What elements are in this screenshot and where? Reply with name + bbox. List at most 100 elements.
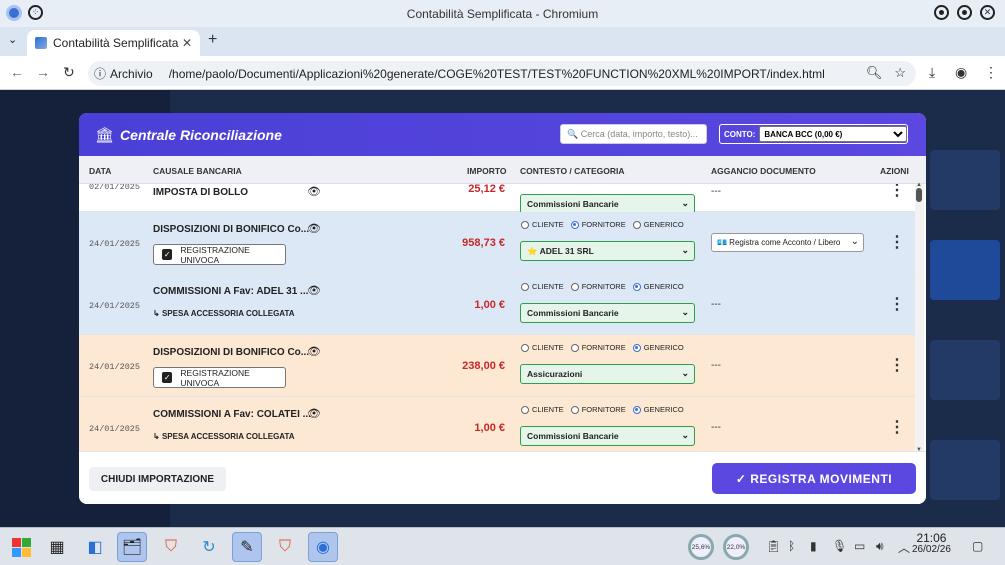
close-import-button[interactable]: CHIUDI IMPORTAZIONE (89, 467, 226, 491)
category-value: Commissioni Bancarie (527, 199, 619, 209)
editor-icon[interactable]: ✎ (232, 532, 262, 562)
radio-cliente[interactable]: CLIENTE (521, 282, 564, 291)
close-window-icon[interactable]: ✕ (980, 5, 995, 20)
tray-expand-icon[interactable]: ︿ (898, 539, 910, 556)
category-select[interactable]: Assicurazioni ⌄ (520, 364, 695, 384)
chromium-logo-icon[interactable] (6, 5, 22, 21)
radio-cliente-control[interactable] (521, 405, 529, 414)
radio-fornitore[interactable]: FORNITORE (570, 282, 626, 291)
radio-generico-control[interactable] (632, 282, 641, 291)
bookmark-star-icon[interactable]: ☆ (894, 65, 906, 81)
radio-fornitore-control[interactable] (570, 220, 579, 229)
cpu-gauge[interactable]: 25,6% (688, 534, 714, 560)
radio-fornitore-control[interactable] (570, 405, 579, 414)
tab-search-icon[interactable]: ⌄ (8, 33, 17, 46)
clipboard-icon[interactable]: 📋︎ (766, 539, 781, 553)
radio-cliente-control[interactable] (521, 343, 529, 352)
radio-fornitore[interactable]: FORNITORE (570, 343, 626, 352)
tab-close-icon[interactable]: ✕ (182, 36, 192, 50)
category-select[interactable]: Commissioni Bancarie ⌄ (520, 426, 695, 446)
conto-label: CONTO: (724, 129, 756, 139)
radio-fornitore[interactable]: FORNITORE (570, 220, 626, 229)
tab-contabilita[interactable]: Contabilità Semplificata ✕ (27, 30, 200, 56)
url-bar[interactable]: ⓘ Archivio /home/paolo/Documenti/Applicaz… (88, 61, 916, 86)
brave-icon-2[interactable]: ⛉ (270, 532, 300, 562)
window-menu-icon[interactable]: ⁘ (28, 5, 43, 20)
radio-fornitore-control[interactable] (570, 282, 579, 291)
category-select[interactable]: ⭐ ADEL 31 SRL ⌄ (520, 241, 695, 261)
radio-cliente-control[interactable] (521, 220, 529, 229)
browser-menu-icon[interactable]: ⋮ (984, 64, 998, 81)
preview-eye-icon[interactable]: 👁 (307, 284, 321, 297)
radio-generico[interactable]: GENERICO (632, 405, 684, 414)
microphone-icon[interactable]: 🎙︎ (832, 539, 847, 553)
preview-eye-icon[interactable]: 👁 (307, 222, 321, 235)
maximize-icon[interactable] (957, 5, 972, 20)
radio-generico-control[interactable] (632, 220, 641, 229)
chromium-taskbar-icon[interactable]: ◉ (308, 532, 338, 562)
file-manager-icon[interactable]: 🗂 (117, 532, 147, 562)
unique-registration-label: REGISTRAZIONE UNIVOCA (180, 367, 250, 388)
minimize-icon[interactable] (934, 5, 949, 20)
row-actions-icon[interactable]: ⋮ (889, 235, 905, 251)
back-icon[interactable]: ← (10, 64, 24, 80)
radio-cliente-control[interactable] (521, 282, 529, 291)
table-body: 02/01/2025 IMPOSTA DI BOLLO 👁 25,12 € Commis… (79, 184, 915, 451)
radio-generico[interactable]: GENERICO (632, 282, 684, 291)
preview-eye-icon[interactable]: 👁 (307, 407, 321, 420)
category-select[interactable]: Commissioni Bancarie ⌄ (520, 303, 695, 323)
network-icon[interactable]: ▭ (854, 539, 865, 553)
url-text[interactable]: /home/paolo/Documenti/Applicazioni%20gen… (169, 67, 825, 81)
calculator-icon[interactable]: ▦ (42, 532, 72, 562)
volume-icon[interactable]: 🔊︎ (876, 539, 884, 554)
category-select[interactable]: Commissioni Bancarie ⌄ (520, 194, 695, 214)
row-actions-icon[interactable]: ⋮ (889, 358, 905, 374)
row-date: 24/01/2025 (89, 239, 141, 249)
conto-select[interactable]: BANCA BCC (0,00 €) (759, 126, 907, 142)
register-movements-button[interactable]: ✓ REGISTRA MOVIMENTI (712, 463, 916, 494)
row-actions-icon[interactable]: ⋮ (889, 420, 905, 436)
link-arrow-icon: ↳ (153, 432, 162, 441)
profile-icon[interactable]: ◉ (955, 64, 967, 81)
row-actions-icon[interactable]: ⋮ (889, 184, 905, 199)
radio-cliente[interactable]: CLIENTE (521, 405, 564, 414)
unique-registration-checkbox[interactable]: ✓ REGISTRAZIONE UNIVOCA (153, 244, 286, 265)
search-input[interactable]: 🔍 Cerca (data, importo, testo)... (560, 124, 707, 144)
radio-cliente[interactable]: CLIENTE (521, 343, 564, 352)
row-actions-icon[interactable]: ⋮ (889, 297, 905, 313)
radio-fornitore[interactable]: FORNITORE (570, 405, 626, 414)
link-arrow-icon: ↳ (153, 309, 162, 318)
download-icon[interactable]: ⤓ (929, 64, 935, 81)
show-desktop-icon[interactable]: ▢ (972, 539, 983, 553)
forward-icon[interactable]: → (36, 64, 50, 80)
radio-generico[interactable]: GENERICO (632, 220, 684, 229)
linked-expense-label: ↳ SPESA ACCESSORIA COLLEGATA (153, 432, 295, 441)
new-tab-icon[interactable]: + (208, 31, 217, 49)
preview-eye-icon[interactable]: 👁 (307, 345, 321, 358)
preview-eye-icon[interactable]: 👁 (307, 185, 321, 198)
radio-generico[interactable]: GENERICO (632, 343, 684, 352)
scroll-thumb[interactable] (916, 188, 922, 202)
vscode-icon[interactable]: ◧ (80, 532, 110, 562)
radio-fornitore-control[interactable] (570, 343, 579, 352)
reload-icon[interactable]: ↻ (63, 64, 75, 81)
unique-registration-checkbox[interactable]: ✓ REGISTRAZIONE UNIVOCA (153, 367, 286, 388)
radio-cliente[interactable]: CLIENTE (521, 220, 564, 229)
bluetooth-icon[interactable]: ᛒ (788, 539, 795, 553)
radio-cliente-label: CLIENTE (532, 405, 564, 414)
site-info-chip[interactable]: ⓘ Archivio (94, 65, 161, 82)
table-scrollbar[interactable]: ▲ ▼ (915, 182, 924, 453)
radio-generico-control[interactable] (632, 343, 641, 352)
sync-icon[interactable]: ↻ (194, 532, 224, 562)
clock[interactable]: 21:06 26/02/26 (912, 532, 951, 555)
document-link-select[interactable]: 💶 Registra come Acconto / Libero ⌄ (711, 233, 864, 252)
tab-favicon-icon (35, 37, 47, 49)
context-radio-group: CLIENTE FORNITORE GENERICO (521, 220, 684, 229)
radio-generico-control[interactable] (632, 405, 641, 414)
window-title: Contabilità Semplificata - Chromium (406, 6, 599, 21)
battery-icon[interactable]: ▮ (810, 539, 817, 553)
app-launcher-icon[interactable] (6, 532, 36, 562)
memory-gauge[interactable]: 22,0% (723, 534, 749, 560)
zoom-icon[interactable]: 🔍︎ (866, 65, 883, 81)
brave-icon[interactable]: ⛉ (156, 532, 186, 562)
